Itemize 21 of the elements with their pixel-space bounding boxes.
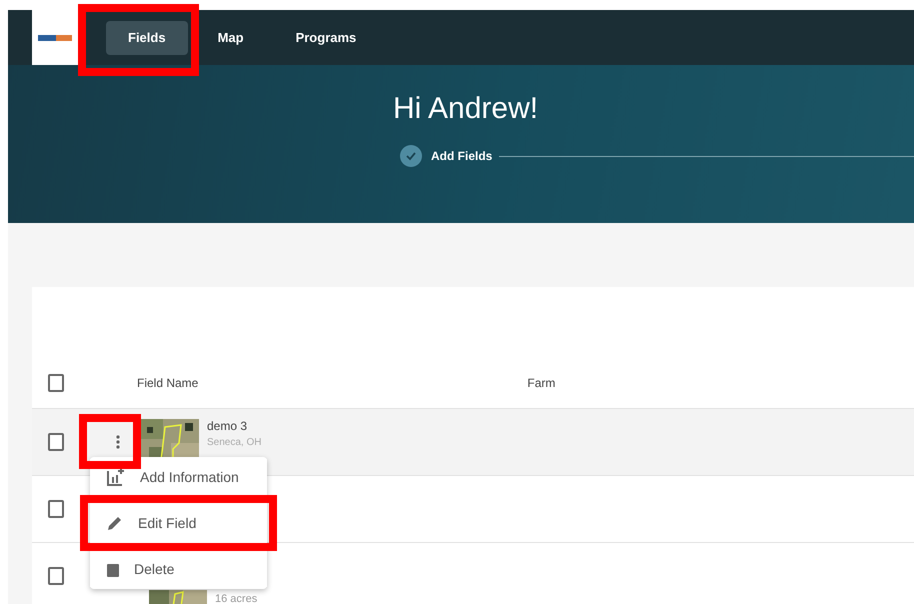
checkbox[interactable]	[48, 374, 64, 392]
kebab-icon	[116, 435, 120, 449]
field-name: demo 3	[207, 418, 248, 435]
nav-tab[interactable]: Map	[196, 20, 266, 54]
checkbox[interactable]	[48, 500, 64, 518]
checkbox[interactable]	[48, 567, 64, 585]
pencil-icon	[106, 514, 124, 532]
trash-icon	[106, 561, 120, 577]
column-header: Farm	[527, 375, 556, 392]
step-label: Add Fields	[431, 148, 492, 165]
nav-tab[interactable]: Fields	[106, 20, 188, 54]
greeting-heading: Hi Andrew!	[393, 91, 540, 127]
field-acres: 16 acres	[215, 592, 258, 604]
field-location: Seneca, OH	[207, 436, 262, 450]
chart-add-icon	[106, 467, 126, 487]
column-header: Field Name	[137, 375, 198, 392]
nav-tab[interactable]: Programs	[274, 20, 378, 54]
menu-item[interactable]: Add Information	[90, 459, 267, 495]
menu-item[interactable]: Edit Field	[90, 505, 267, 541]
checkbox[interactable]	[48, 433, 64, 451]
menu-item[interactable]: Delete	[90, 551, 267, 587]
